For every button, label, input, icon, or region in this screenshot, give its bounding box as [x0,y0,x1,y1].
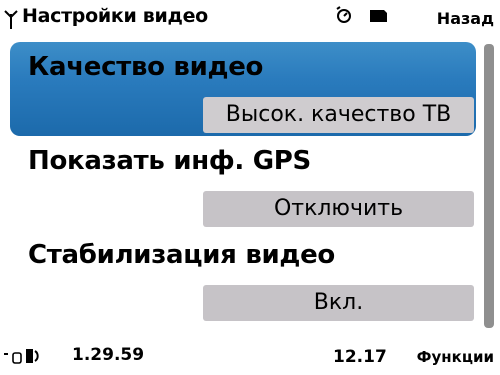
setting-label: Показать инф. GPS [28,146,311,176]
setting-label: Качество видео [28,52,264,82]
memory-card-icon [370,10,387,22]
setting-gps-info[interactable]: Показать инф. GPS Отключить [10,136,476,230]
page-title: Настройки видео [22,5,208,27]
setting-value[interactable]: Высок. качество ТВ [203,97,474,133]
setting-value[interactable]: Вкл. [203,285,474,321]
scrollbar[interactable] [484,44,494,328]
settings-list: Качество видео Высок. качество ТВ Показа… [0,40,500,330]
scroll-thumb[interactable] [484,44,494,328]
recording-time: 1.29.59 [72,345,145,365]
signal-icon [4,10,18,29]
storage-battery-icon [4,349,39,364]
setting-label: Стабилизация видео [28,240,335,270]
setting-value[interactable]: Отключить [203,191,474,227]
softkey-bar: 1.29.59 12.17 Функции [0,336,500,375]
clock: 12.17 [333,347,387,367]
setting-video-stabilization[interactable]: Стабилизация видео Вкл. [10,230,476,324]
functions-button[interactable]: Функции [417,348,494,366]
back-button[interactable]: Назад [437,9,494,28]
setting-video-quality[interactable]: Качество видео Высок. качество ТВ [10,42,476,136]
alarm-icon [336,6,351,23]
status-bar: Настройки видео Назад [0,0,500,38]
